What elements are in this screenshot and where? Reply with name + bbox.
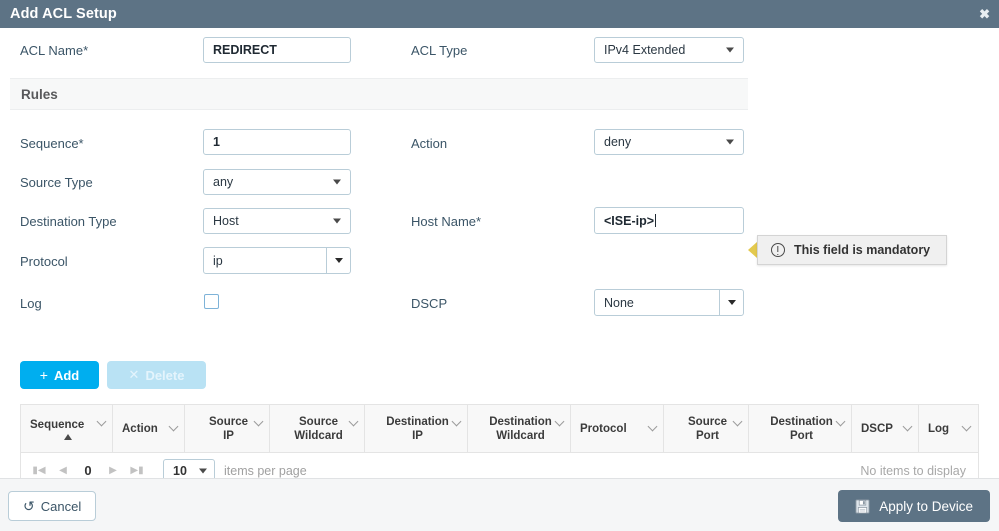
dscp-combo[interactable]: None: [594, 289, 744, 316]
validation-tooltip: This field is mandatory: [757, 235, 948, 265]
dscp-dropdown-button[interactable]: [719, 290, 743, 315]
dscp-value: None: [604, 295, 634, 310]
acl-name-value: REDIRECT: [213, 43, 277, 57]
grid-column-header[interactable]: Log: [919, 405, 977, 452]
source-type-select[interactable]: any: [203, 169, 351, 195]
acl-type-label: ACL Type: [411, 43, 468, 58]
delete-rule-label: Delete: [145, 367, 185, 383]
add-acl-setup-dialog: Add ACL Setup ✖ ACL Name* REDIRECT ACL T…: [0, 0, 999, 531]
validation-message: This field is mandatory: [794, 243, 931, 257]
page-size-label: items per page: [224, 463, 307, 478]
protocol-dropdown-button[interactable]: [326, 248, 350, 273]
page-size-value: 10: [173, 463, 187, 478]
cancel-label: Cancel: [40, 498, 82, 514]
sequence-value: 1: [213, 135, 220, 149]
rules-section-title: Rules: [21, 86, 58, 102]
exclamation-circle-icon: [771, 243, 785, 257]
action-label: Action: [411, 136, 448, 151]
save-floppy-icon: [855, 498, 870, 514]
add-rule-button[interactable]: + Add: [20, 361, 99, 389]
destination-type-label: Destination Type: [20, 214, 117, 229]
grid-column-header[interactable]: Action: [113, 405, 185, 452]
sequence-input[interactable]: 1: [203, 129, 351, 155]
host-name-value: <ISE-ip>: [604, 213, 655, 228]
grid-column-label: Destination IP: [386, 415, 449, 442]
host-name-input[interactable]: <ISE-ip>: [594, 207, 744, 234]
log-label: Log: [20, 296, 42, 311]
grid-empty-message: No items to display: [860, 463, 966, 478]
grid-column-header[interactable]: Source IP: [185, 405, 270, 452]
grid-column-header[interactable]: Destination Wildcard: [468, 405, 571, 452]
grid-column-header[interactable]: Protocol: [571, 405, 664, 452]
rules-grid-header: Sequence Action Source IP Source Wildcard Dest…: [21, 405, 978, 452]
dialog-footer: ↺ Cancel Apply to Device: [0, 478, 999, 531]
action-select[interactable]: deny: [594, 129, 744, 155]
text-caret: [655, 214, 657, 227]
apply-to-device-button[interactable]: Apply to Device: [838, 490, 990, 522]
log-checkbox[interactable]: [204, 294, 219, 309]
acl-type-select[interactable]: IPv4 Extended: [594, 37, 744, 63]
dialog-titlebar: Add ACL Setup ✖: [0, 0, 999, 28]
protocol-label: Protocol: [20, 254, 68, 269]
dialog-body: ACL Name* REDIRECT ACL Type IPv4 Extende…: [0, 28, 999, 489]
add-rule-label: Add: [53, 367, 80, 383]
destination-type-select[interactable]: Host: [203, 208, 351, 234]
undo-icon: ↺: [23, 497, 35, 514]
destination-type-value: Host: [213, 214, 239, 228]
acl-name-input[interactable]: REDIRECT: [203, 37, 351, 63]
grid-column-label: Source Port: [688, 415, 727, 442]
source-type-label: Source Type: [20, 175, 93, 190]
grid-column-label: Destination Port: [770, 415, 833, 442]
grid-column-label: Protocol: [580, 422, 627, 435]
chevron-down-icon: [726, 139, 734, 145]
rules-section-header: Rules: [10, 78, 748, 110]
sequence-label: Sequence*: [20, 136, 84, 151]
grid-column-label: Sequence: [30, 418, 85, 431]
protocol-value: ip: [213, 253, 223, 268]
apply-to-device-label: Apply to Device: [879, 498, 973, 514]
grid-column-header[interactable]: Sequence: [21, 405, 113, 452]
protocol-combo[interactable]: ip: [203, 247, 351, 274]
validation-pointer-icon: [748, 242, 757, 258]
chevron-down-icon: [726, 47, 734, 53]
cancel-button[interactable]: ↺ Cancel: [8, 491, 97, 521]
grid-column-header[interactable]: DSCP: [852, 405, 919, 452]
action-value: deny: [604, 135, 632, 149]
grid-column-label: Source IP: [209, 415, 248, 442]
source-type-value: any: [213, 175, 234, 189]
grid-column-header[interactable]: Source Wildcard: [270, 405, 365, 452]
host-name-label: Host Name*: [411, 214, 482, 229]
chevron-down-icon: [727, 300, 736, 305]
grid-column-header[interactable]: Destination IP: [365, 405, 468, 452]
close-x-icon: ✕: [128, 367, 140, 382]
delete-rule-button[interactable]: ✕ Delete: [107, 361, 206, 389]
dscp-label: DSCP: [411, 296, 448, 311]
grid-column-label: Source Wildcard: [294, 415, 343, 442]
acl-type-value: IPv4 Extended: [604, 43, 686, 57]
grid-column-header[interactable]: Destination Port: [749, 405, 852, 452]
chevron-down-icon: [333, 179, 341, 185]
page-number[interactable]: 0: [75, 463, 101, 478]
grid-column-label: Destination Wildcard: [489, 415, 552, 442]
acl-name-label: ACL Name*: [20, 43, 89, 58]
dialog-title: Add ACL Setup: [10, 6, 117, 22]
rules-grid: Sequence Action Source IP Source Wildcard Dest…: [20, 404, 979, 489]
plus-icon: +: [39, 367, 48, 383]
grid-column-header[interactable]: Source Port: [664, 405, 749, 452]
close-icon[interactable]: ✖: [979, 8, 990, 21]
sort-ascending-icon: [64, 433, 72, 440]
chevron-down-icon: [333, 218, 341, 224]
chevron-down-icon: [199, 468, 207, 473]
chevron-down-icon: [334, 258, 343, 263]
